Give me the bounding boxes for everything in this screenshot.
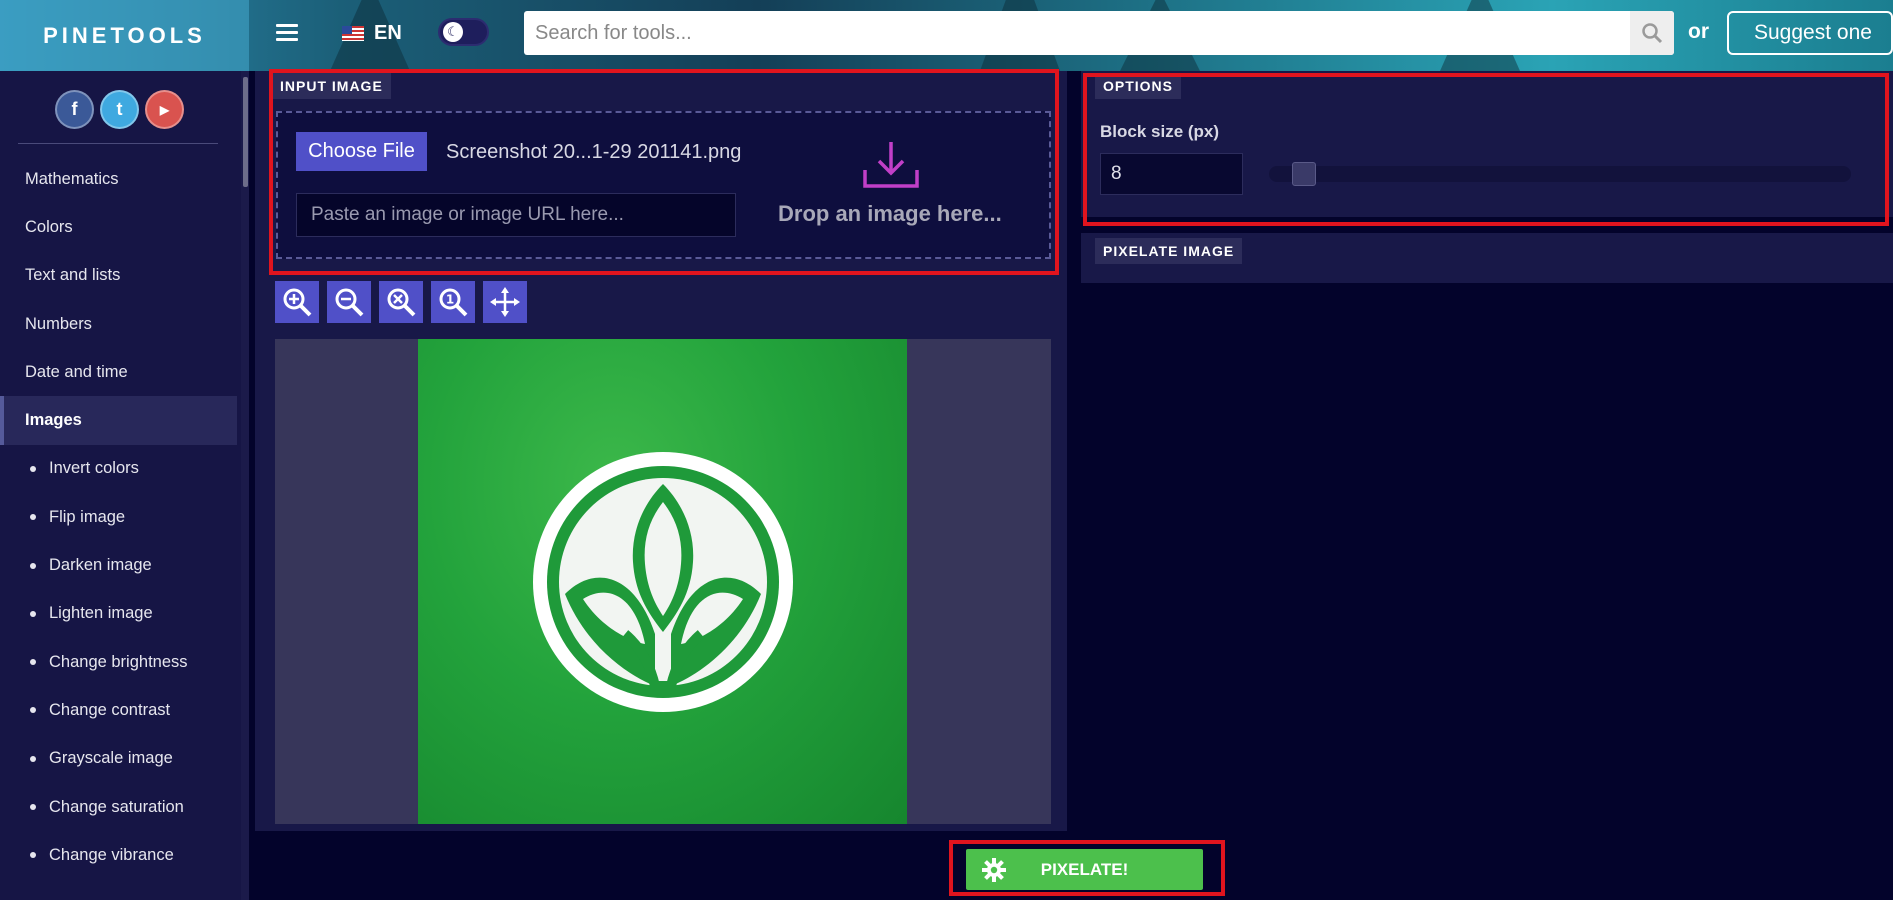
sidebar-subitem-invert-colors[interactable]: Invert colors bbox=[0, 445, 237, 493]
bullet bbox=[30, 465, 36, 472]
bullet bbox=[30, 659, 36, 666]
moon-icon: ☾ bbox=[443, 22, 463, 42]
divider bbox=[18, 143, 218, 144]
zoom-actual-size-icon: 1 bbox=[439, 288, 468, 317]
block-size-input[interactable] bbox=[1100, 153, 1243, 195]
bullet bbox=[30, 562, 36, 569]
youtube-icon[interactable]: ▶ bbox=[145, 90, 184, 129]
sidebar-subitem-flip-image[interactable]: Flip image bbox=[0, 493, 237, 541]
bullet bbox=[30, 755, 36, 762]
sidebar-item-images[interactable]: Images bbox=[0, 396, 237, 445]
zoom-out-button[interactable] bbox=[327, 281, 371, 323]
sidebar-subitem-lighten-image[interactable]: Lighten image bbox=[0, 590, 237, 638]
svg-text:1: 1 bbox=[446, 293, 454, 307]
zoom-in-icon bbox=[283, 288, 312, 317]
pixelate-button[interactable]: PIXELATE! bbox=[966, 849, 1203, 890]
sidebar-item-numbers[interactable]: Numbers bbox=[0, 300, 237, 348]
sidebar-item-text-and-lists[interactable]: Text and lists bbox=[0, 252, 237, 300]
sidebar-subitem-label: Change saturation bbox=[49, 797, 184, 816]
pixelate-image-title: PIXELATE IMAGE bbox=[1095, 238, 1243, 264]
scrollbar-thumb[interactable] bbox=[243, 77, 248, 187]
bullet bbox=[30, 610, 36, 617]
social-links: f t ▶ bbox=[55, 90, 184, 129]
facebook-icon[interactable]: f bbox=[55, 90, 94, 129]
sidebar: f t ▶ Mathematics Colors Text and lists … bbox=[0, 71, 249, 900]
sidebar-subitem-change-vibrance[interactable]: Change vibrance bbox=[0, 831, 237, 879]
bullet bbox=[30, 514, 36, 521]
language-label: EN bbox=[374, 21, 402, 44]
zoom-toolbar: 1 bbox=[275, 281, 527, 323]
drop-image-hint: Drop an image here... bbox=[778, 201, 1002, 226]
selected-file-name: Screenshot 20...1-29 201141.png bbox=[446, 141, 742, 163]
or-label: or bbox=[1688, 20, 1709, 43]
header: PINETOOLS EN ☾ or Suggest one bbox=[0, 0, 1893, 71]
block-size-slider-thumb[interactable] bbox=[1292, 162, 1316, 186]
sidebar-subitem-label: Change contrast bbox=[49, 700, 171, 719]
sidebar-item-mathematics[interactable]: Mathematics bbox=[0, 155, 237, 203]
bullet bbox=[30, 707, 36, 714]
block-size-label: Block size (px) bbox=[1100, 122, 1220, 141]
dark-mode-toggle[interactable]: ☾ bbox=[438, 18, 489, 46]
zoom-reset-button[interactable] bbox=[379, 281, 423, 323]
sidebar-item-colors[interactable]: Colors bbox=[0, 203, 237, 251]
sidebar-subitem-change-saturation[interactable]: Change saturation bbox=[0, 783, 237, 831]
twitter-icon[interactable]: t bbox=[100, 90, 139, 129]
site-logo[interactable]: PINETOOLS bbox=[0, 0, 249, 71]
sidebar-subitem-label: Grayscale image bbox=[49, 749, 173, 768]
sidebar-subitem-change-contrast[interactable]: Change contrast bbox=[0, 686, 237, 734]
block-size-slider[interactable] bbox=[1269, 166, 1851, 182]
hamburger-menu-icon[interactable] bbox=[276, 24, 298, 42]
zoom-in-button[interactable] bbox=[275, 281, 319, 323]
search-icon bbox=[1642, 23, 1663, 44]
suggest-button[interactable]: Suggest one bbox=[1727, 11, 1893, 55]
options-title: OPTIONS bbox=[1095, 73, 1182, 99]
pixelate-button-label: PIXELATE! bbox=[1040, 859, 1129, 879]
language-selector[interactable]: EN bbox=[342, 20, 402, 46]
zoom-actual-size-button[interactable]: 1 bbox=[431, 281, 475, 323]
sidebar-subitem-label: Invert colors bbox=[49, 459, 139, 478]
input-image-title: INPUT IMAGE bbox=[272, 73, 391, 99]
nav-list: Mathematics Colors Text and lists Number… bbox=[0, 155, 237, 879]
move-arrows-icon bbox=[490, 287, 520, 317]
sidebar-subitem-grayscale-image[interactable]: Grayscale image bbox=[0, 735, 237, 783]
search-box bbox=[524, 11, 1674, 55]
zoom-reset-icon bbox=[387, 288, 416, 317]
sidebar-item-date-and-time[interactable]: Date and time bbox=[0, 348, 237, 396]
sidebar-subitem-darken-image[interactable]: Darken image bbox=[0, 541, 237, 589]
choose-file-button[interactable]: Choose File bbox=[296, 132, 427, 171]
us-flag-icon bbox=[342, 25, 364, 41]
options-panel bbox=[1081, 71, 1893, 217]
sidebar-subitem-label: Change brightness bbox=[49, 652, 188, 671]
bullet bbox=[30, 852, 36, 859]
sidebar-subitem-label: Change vibrance bbox=[49, 845, 174, 864]
leaf-logo-image bbox=[533, 452, 793, 712]
search-input[interactable] bbox=[524, 11, 1630, 55]
sidebar-scrollbar[interactable] bbox=[241, 71, 249, 900]
bullet bbox=[30, 804, 36, 810]
sidebar-subitem-label: Flip image bbox=[49, 507, 126, 526]
zoom-out-icon bbox=[335, 288, 364, 317]
download-icon bbox=[863, 142, 919, 188]
search-button[interactable] bbox=[1630, 11, 1674, 55]
image-url-input[interactable] bbox=[296, 193, 736, 237]
sidebar-subitem-label: Darken image bbox=[49, 556, 152, 575]
gear-icon bbox=[982, 858, 1006, 882]
input-image-preview bbox=[418, 339, 907, 824]
sidebar-subitem-label: Lighten image bbox=[49, 604, 153, 623]
pan-button[interactable] bbox=[483, 281, 527, 323]
sidebar-subitem-change-brightness[interactable]: Change brightness bbox=[0, 638, 237, 686]
